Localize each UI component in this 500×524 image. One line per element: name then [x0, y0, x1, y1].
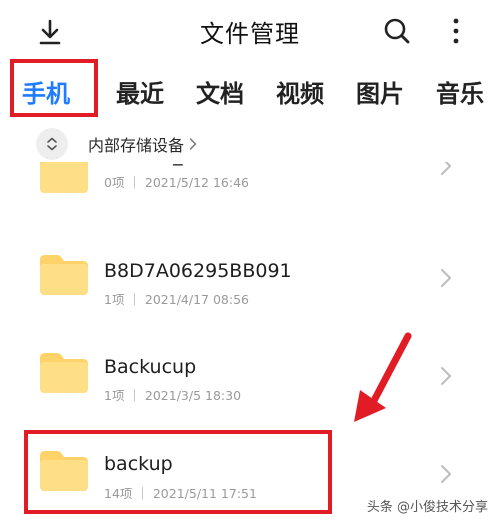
tab-videos[interactable]: 视频 — [276, 74, 324, 109]
search-icon — [384, 18, 410, 44]
breadcrumb: 内部存储设备 — [36, 128, 198, 160]
file-meta: 0项 ｜ 2021/5/12 16:46 — [104, 175, 249, 190]
tab-documents[interactable]: 文档 — [196, 74, 244, 109]
more-options-button[interactable] — [442, 14, 470, 48]
file-meta: 1项 ｜ 2021/3/5 18:30 — [104, 388, 242, 403]
watermark: 头条 @小俊技术分享 — [362, 495, 492, 516]
file-name: B8D7A06295BB091 — [104, 260, 292, 282]
list-item[interactable]: B8D7A06295BB091 1项 ｜ 2021/4/17 08:56 — [0, 244, 500, 340]
chevron-right-icon — [438, 364, 454, 388]
chevron-right-icon — [188, 136, 198, 152]
chevron-up-down-icon — [47, 137, 57, 151]
page-title: 文件管理 — [200, 20, 300, 48]
folder-icon — [38, 350, 90, 394]
chevron-right-icon — [438, 162, 454, 178]
list-item[interactable]: aweme_monitor 0项 ｜ 2021/5/12 16:46 — [0, 162, 500, 240]
breadcrumb-root-button[interactable] — [36, 128, 68, 160]
backup-highlight-box — [24, 430, 332, 514]
folder-icon — [38, 252, 90, 296]
file-meta: 1项 ｜ 2021/4/17 08:56 — [104, 292, 249, 307]
more-vertical-icon — [453, 18, 459, 44]
chevron-right-icon — [438, 462, 454, 486]
file-name: Backucup — [104, 356, 197, 378]
red-arrow-icon — [350, 330, 420, 430]
file-name: aweme_monitor — [104, 162, 257, 166]
top-app-bar: 文件管理 — [0, 0, 500, 64]
tab-recent[interactable]: 最近 — [116, 74, 164, 109]
phone-tab-highlight-box — [10, 59, 98, 117]
tab-images[interactable]: 图片 — [356, 74, 404, 109]
search-button[interactable] — [380, 14, 414, 48]
breadcrumb-internal-storage[interactable]: 内部存储设备 — [88, 132, 184, 156]
folder-icon — [38, 162, 90, 194]
chevron-right-icon — [438, 266, 454, 290]
tab-music[interactable]: 音乐 — [436, 74, 484, 109]
list-item[interactable]: Backucup 1项 ｜ 2021/3/5 18:30 — [0, 342, 500, 438]
